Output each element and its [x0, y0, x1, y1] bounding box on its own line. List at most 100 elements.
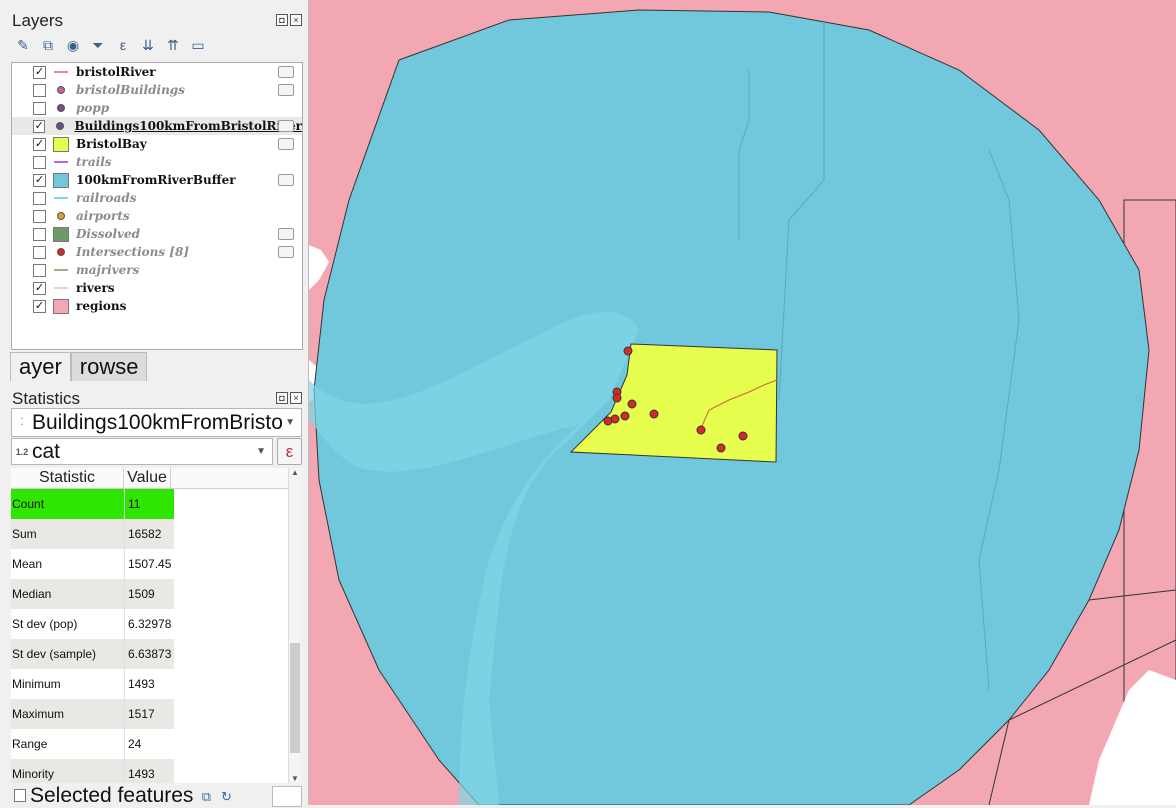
- chevron-down-icon: ▼: [256, 446, 266, 457]
- statistic-cell: St dev (pop): [11, 609, 125, 639]
- layer-visibility-checkbox[interactable]: [33, 227, 46, 241]
- scrollbar-thumb[interactable]: [290, 643, 300, 753]
- table-row[interactable]: Count 11: [11, 489, 289, 519]
- settings-button[interactable]: [272, 786, 302, 807]
- field-select-value: cat: [32, 439, 61, 463]
- table-row[interactable]: Median 1509: [11, 579, 289, 609]
- eye-icon[interactable]: ◉: [64, 36, 82, 54]
- table-row[interactable]: Maximum 1517: [11, 699, 289, 729]
- layer-indicator-icon[interactable]: [278, 246, 294, 258]
- value-cell: 1517: [125, 699, 174, 729]
- table-row[interactable]: Minimum 1493: [11, 669, 289, 699]
- value-cell: 6.63873: [125, 639, 174, 669]
- value-cell: 1507.45: [128, 557, 172, 571]
- table-row[interactable]: St dev (pop) 6.32978: [11, 609, 289, 639]
- layer-item[interactable]: ✓ BristolBay: [12, 135, 302, 153]
- layer-name: trails: [76, 155, 112, 169]
- layer-visibility-checkbox[interactable]: ✓: [33, 65, 46, 79]
- remove-layer-icon[interactable]: ▭: [189, 36, 207, 54]
- value-cell: 6.32978: [128, 617, 172, 631]
- layer-indicator-icon[interactable]: [278, 66, 294, 78]
- layer-select[interactable]: ⁚ Buildings100kmFromBristolRiver ▼: [11, 408, 302, 437]
- layer-item[interactable]: ✓ Buildings100kmFromBristolRiver: [12, 117, 302, 135]
- tab-layer[interactable]: ayer: [10, 352, 71, 381]
- table-row[interactable]: Minority 1493: [11, 759, 289, 783]
- statistic-cell: St dev (sample): [11, 639, 125, 669]
- refresh-icon[interactable]: ↻: [219, 789, 233, 804]
- layers-panel-title: Layers: [12, 11, 64, 30]
- layer-item[interactable]: trails: [12, 153, 302, 171]
- field-select[interactable]: 1.2 cat ▼: [11, 438, 273, 465]
- layer-item[interactable]: ✓ 100kmFromRiverBuffer: [12, 171, 302, 189]
- close-panel-icon[interactable]: ×: [290, 392, 302, 404]
- layer-indicator-icon[interactable]: [278, 84, 294, 96]
- statistic-cell: Maximum: [11, 699, 125, 729]
- float-panel-icon[interactable]: ◘: [276, 392, 288, 404]
- collapse-all-icon[interactable]: ⇈: [164, 36, 182, 54]
- column-header-statistic[interactable]: Statistic: [11, 468, 124, 488]
- style-brush-icon[interactable]: ✎: [14, 36, 32, 54]
- layer-indicator-icon[interactable]: [278, 120, 294, 132]
- layer-item[interactable]: bristolBuildings: [12, 81, 302, 99]
- layer-indicator-icon[interactable]: [278, 138, 294, 150]
- table-row[interactable]: St dev (sample) 6.63873: [11, 639, 289, 669]
- value-cell: 1493: [128, 677, 155, 691]
- layer-name: popp: [76, 101, 110, 115]
- layer-name: Dissolved: [76, 227, 141, 241]
- copy-icon[interactable]: ⧉: [199, 789, 213, 804]
- layer-item[interactable]: airports: [12, 207, 302, 225]
- table-row[interactable]: Mean 1507.45: [11, 549, 289, 579]
- layer-visibility-checkbox[interactable]: [33, 263, 46, 277]
- layer-visibility-checkbox[interactable]: ✓: [33, 119, 46, 133]
- layer-item[interactable]: railroads: [12, 189, 302, 207]
- layer-item[interactable]: ✓ bristolRiver: [12, 63, 302, 81]
- value-cell: 11: [125, 489, 174, 519]
- value-cell: 16582: [125, 519, 174, 549]
- layer-name: airports: [76, 209, 130, 223]
- scroll-down-icon[interactable]: ▼: [289, 774, 301, 783]
- layer-visibility-checkbox[interactable]: [33, 83, 46, 97]
- layer-indicator-icon[interactable]: [278, 228, 294, 240]
- layer-name: bristolBuildings: [76, 83, 185, 97]
- statistic-cell: Count: [11, 489, 125, 519]
- statistic-cell: Range: [11, 729, 125, 759]
- layer-item[interactable]: popp: [12, 99, 302, 117]
- point-symbol-icon: [52, 119, 67, 133]
- filter-icon[interactable]: ⏷: [89, 36, 107, 54]
- statistic-cell: Mean: [11, 549, 125, 579]
- layer-item[interactable]: ✓ rivers: [12, 279, 302, 297]
- layer-item[interactable]: Dissolved: [12, 225, 302, 243]
- statistics-scrollbar[interactable]: ▲ ▼: [288, 468, 301, 783]
- building-point: [603, 416, 613, 426]
- close-panel-icon[interactable]: ×: [290, 14, 302, 26]
- column-header-value[interactable]: Value: [124, 468, 171, 488]
- layer-visibility-checkbox[interactable]: [33, 101, 46, 115]
- tab-browser[interactable]: rowse: [70, 352, 148, 381]
- layer-visibility-checkbox[interactable]: [33, 209, 46, 223]
- expand-all-icon[interactable]: ⇊: [139, 36, 157, 54]
- layer-name: Intersections [8]: [76, 245, 190, 259]
- table-row[interactable]: Range 24: [11, 729, 289, 759]
- expression-filter-icon[interactable]: ε: [114, 36, 132, 54]
- layer-visibility-checkbox[interactable]: [33, 191, 46, 205]
- map-canvas[interactable]: [309, 0, 1176, 805]
- layer-visibility-checkbox[interactable]: ✓: [33, 281, 46, 295]
- layer-indicator-icon[interactable]: [278, 174, 294, 186]
- layer-item[interactable]: majrivers: [12, 261, 302, 279]
- layer-visibility-checkbox[interactable]: [33, 245, 46, 259]
- selected-features-checkbox[interactable]: [14, 789, 26, 802]
- layer-item[interactable]: ✓ regions: [12, 297, 302, 315]
- building-point: [623, 346, 633, 356]
- layer-item[interactable]: Intersections [8]: [12, 243, 302, 261]
- layer-visibility-checkbox[interactable]: ✓: [33, 299, 46, 313]
- scroll-up-icon[interactable]: ▲: [289, 468, 301, 477]
- line-symbol-icon: [53, 155, 69, 169]
- add-group-icon[interactable]: ⧉: [39, 36, 57, 54]
- layer-visibility-checkbox[interactable]: ✓: [33, 137, 46, 151]
- layer-visibility-checkbox[interactable]: [33, 155, 46, 169]
- float-panel-icon[interactable]: ◘: [276, 14, 288, 26]
- expression-button[interactable]: ε: [277, 438, 302, 465]
- layer-visibility-checkbox[interactable]: ✓: [33, 173, 46, 187]
- statistics-table: Statistic Value Count 11 Sum 16582 Mean 1507.…: [11, 468, 289, 783]
- table-row[interactable]: Sum 16582: [11, 519, 289, 549]
